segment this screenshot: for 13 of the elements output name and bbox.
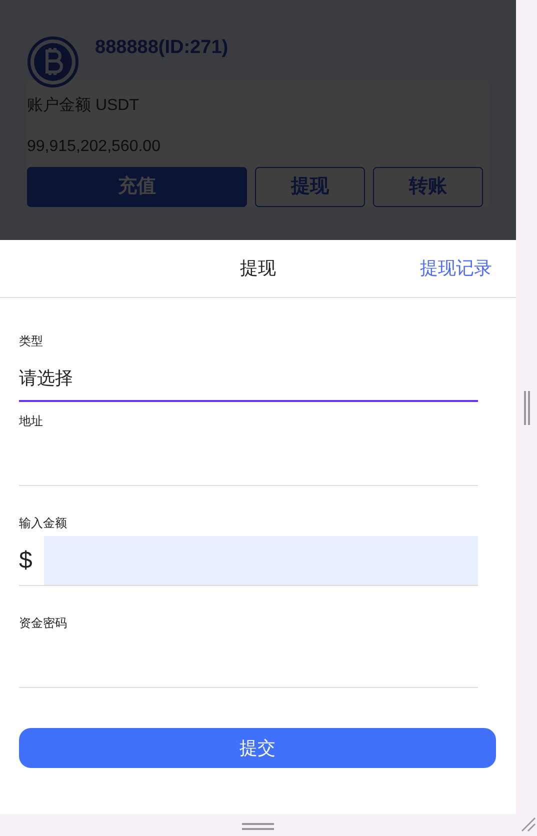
currency-symbol: $ [19, 546, 34, 576]
amount-input-field[interactable] [44, 536, 478, 585]
field-label: 资金密码 [19, 615, 68, 632]
field-label: 类型 [19, 333, 44, 350]
vertical-splitter-handle[interactable] [523, 391, 531, 425]
type-select-field[interactable]: 请选择 [19, 354, 478, 402]
resize-grip-icon[interactable] [521, 817, 536, 832]
sheet-title: 提现 [240, 257, 276, 280]
withdraw-history-link[interactable]: 提现记录 [420, 255, 492, 282]
field-label: 输入金额 [19, 515, 68, 532]
field-label: 地址 [19, 413, 44, 430]
horizontal-splitter-handle[interactable] [242, 822, 274, 831]
submit-button[interactable]: 提交 [19, 728, 496, 768]
